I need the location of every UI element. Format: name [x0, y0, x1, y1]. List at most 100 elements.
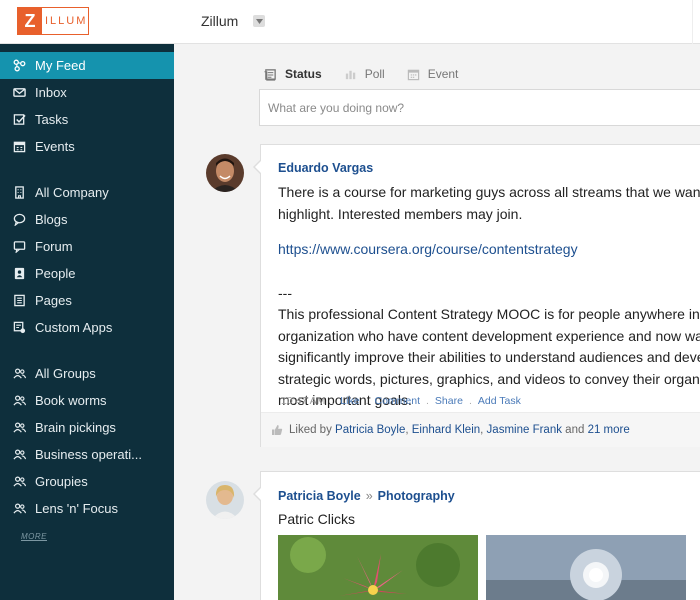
sidebar-item-tasks[interactable]: Tasks: [0, 106, 174, 133]
avatar-patricia-boyle[interactable]: [206, 481, 244, 519]
photo-flower[interactable]: [278, 535, 478, 600]
sidebar-item-label: Blogs: [35, 212, 68, 227]
blog-icon: [12, 213, 26, 227]
sidebar-item-people[interactable]: People: [0, 260, 174, 287]
status-input[interactable]: [259, 89, 700, 126]
separator-dot: .: [331, 395, 335, 407]
liker-link[interactable]: Einhard Klein: [412, 424, 480, 436]
sidebar-item-brain-pickings[interactable]: Brain pickings: [0, 414, 174, 441]
sidebar-item-groupies[interactable]: Groupies: [0, 468, 174, 495]
post-line: ---: [278, 284, 292, 301]
post-spacer: [278, 261, 700, 283]
sidebar-item-label: Tasks: [35, 112, 69, 127]
org-dropdown-button[interactable]: [253, 15, 265, 27]
liker-link[interactable]: Jasmine Frank: [487, 424, 562, 436]
top-bar: Z ILLUM Zillum: [0, 0, 700, 44]
tab-poll[interactable]: Poll: [344, 67, 385, 81]
chevron-down-icon: [255, 18, 263, 24]
tab-label: Event: [427, 67, 459, 81]
post-author[interactable]: Patricia Boyle: [278, 489, 361, 503]
group-icon: [12, 502, 26, 516]
post-author[interactable]: Eduardo Vargas: [278, 161, 373, 175]
post-card: Patricia Boyle » Photography Patric Clicks: [253, 471, 700, 600]
post-body: Patric Clicks: [278, 511, 356, 527]
post-line: This professional Content Strategy MOOC …: [278, 306, 700, 322]
likes-bar: Liked by Patricia Boyle, Einhard Klein, …: [261, 412, 700, 447]
post-line: significantly improve their abilities to…: [278, 349, 700, 365]
separator-dot: .: [426, 395, 429, 407]
sidebar-item-inbox[interactable]: Inbox: [0, 79, 174, 106]
post-line: highlight. Interested members may join.: [278, 205, 523, 222]
group-icon: [12, 475, 26, 489]
post-group[interactable]: Photography: [378, 489, 455, 503]
more-likers-link[interactable]: 21 more: [588, 424, 630, 436]
post-line: strategic words, pictures, graphics, and…: [278, 370, 700, 387]
logo-letter: Z: [18, 8, 42, 34]
sidebar-item-book-worms[interactable]: Book worms: [0, 387, 174, 414]
group-icon: [12, 394, 26, 408]
tab-label: Poll: [364, 67, 385, 81]
status-icon: [264, 67, 278, 81]
sidebar-item-pages[interactable]: Pages: [0, 287, 174, 314]
post-author-line: Patricia Boyle » Photography: [278, 489, 455, 503]
photo-sunset[interactable]: [486, 535, 686, 600]
org-name[interactable]: Zillum: [201, 13, 238, 29]
poll-icon: [344, 67, 358, 81]
tab-label: Status: [285, 67, 322, 81]
liker-link[interactable]: Patricia Boyle: [335, 424, 405, 436]
sidebar-item-all-groups[interactable]: All Groups: [0, 360, 174, 387]
pages-icon: [12, 294, 26, 308]
sidebar-item-all-company[interactable]: All Company: [0, 179, 174, 206]
logo-text: ILLUM: [45, 15, 88, 27]
sidebar-more-link[interactable]: MORE: [21, 532, 47, 541]
sidebar-item-business-operations[interactable]: Business operati...: [0, 441, 174, 468]
post-line: organization who have content developmen…: [278, 327, 700, 344]
group-icon: [12, 367, 26, 381]
group-icon: [12, 448, 26, 462]
comment-button[interactable]: Comment: [374, 395, 420, 407]
post-link[interactable]: https://www.coursera.org/course/contents…: [278, 239, 700, 261]
event-icon: [407, 67, 421, 81]
avatar-eduardo-vargas[interactable]: [206, 154, 244, 192]
zillum-logo[interactable]: Z ILLUM: [17, 7, 89, 35]
liked-and-label: and: [565, 424, 585, 436]
sidebar-item-custom-apps[interactable]: Custom Apps: [0, 314, 174, 341]
sidebar-item-lens-n-focus[interactable]: Lens 'n' Focus: [0, 495, 174, 522]
sidebar-item-my-feed[interactable]: My Feed: [0, 52, 174, 79]
sidebar-item-blogs[interactable]: Blogs: [0, 206, 174, 233]
inbox-icon: [12, 86, 26, 100]
thumbs-up-icon: [271, 424, 283, 436]
sidebar-item-forum[interactable]: Forum: [0, 233, 174, 260]
forum-icon: [12, 240, 26, 254]
add-task-button[interactable]: Add Task: [478, 395, 521, 407]
apps-icon: [12, 321, 26, 335]
sidebar-item-label: Groupies: [35, 474, 88, 489]
sidebar-item-label: Brain pickings: [35, 420, 116, 435]
sidebar-item-label: My Feed: [35, 58, 86, 73]
post-meta: 10:47 AM . Like . Comment . Share . Add …: [281, 395, 521, 407]
separator-dot: .: [365, 395, 369, 407]
sidebar-item-label: Inbox: [35, 85, 67, 100]
tab-event[interactable]: Event: [407, 67, 459, 81]
sidebar-item-label: Forum: [35, 239, 73, 254]
sidebar-item-label: Events: [35, 139, 75, 154]
sidebar-item-label: Business operati...: [35, 447, 142, 462]
tasks-icon: [12, 113, 26, 127]
sidebar-item-label: Book worms: [35, 393, 107, 408]
sidebar: My Feed Inbox Tasks Events All Company B…: [0, 44, 174, 600]
post-time: 10:47 AM: [281, 395, 326, 407]
post-spacer: [278, 225, 700, 239]
separator-dot: .: [468, 395, 472, 407]
share-button[interactable]: Share: [435, 395, 463, 407]
group-icon: [12, 421, 26, 435]
sidebar-item-label: Pages: [35, 293, 72, 308]
people-icon: [12, 267, 26, 281]
tab-status[interactable]: Status: [264, 67, 322, 81]
calendar-icon: [12, 140, 26, 154]
sidebar-item-label: All Groups: [35, 366, 96, 381]
sidebar-item-events[interactable]: Events: [0, 133, 174, 160]
post-body: There is a course for marketing guys acr…: [278, 182, 700, 412]
like-button[interactable]: Like: [340, 395, 359, 407]
feed-icon: [12, 59, 26, 73]
sidebar-item-label: Custom Apps: [35, 320, 113, 335]
